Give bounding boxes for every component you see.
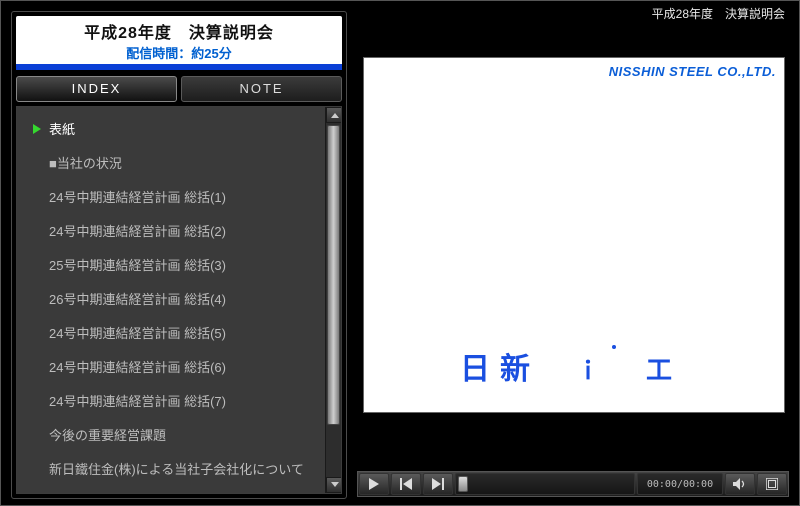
list-item[interactable]: 今後の重要経営課題 — [27, 419, 325, 453]
prev-button[interactable] — [391, 473, 421, 495]
list-item[interactable]: 26号中期連結経営計画 総括(4) — [27, 283, 325, 317]
list-item[interactable]: ■平成28年度決算の概要 — [27, 487, 325, 493]
tab-note[interactable]: NOTE — [181, 76, 342, 102]
scroll-thumb[interactable] — [327, 125, 340, 425]
left-panel: 平成28年度 決算説明会 配信時間：約25分 INDEX NOTE 表紙■当社の… — [11, 11, 347, 499]
play-icon — [369, 478, 379, 490]
player-bar: 00:00/00:00 — [357, 471, 789, 497]
slide-glyph-3: 工 — [646, 350, 682, 387]
fullscreen-button[interactable] — [757, 473, 787, 495]
list-item[interactable]: ■当社の状況 — [27, 147, 325, 181]
list-item[interactable]: 表紙 — [27, 113, 325, 147]
skip-back-icon — [400, 478, 412, 490]
time-display: 00:00/00:00 — [637, 473, 723, 495]
header-title: 平成28年度 決算説明会 — [16, 19, 342, 43]
tabs: INDEX NOTE — [16, 76, 342, 102]
play-button[interactable] — [359, 473, 389, 495]
skip-forward-icon — [432, 478, 444, 490]
volume-button[interactable] — [725, 473, 755, 495]
company-brand: NISSHIN STEEL CO.,LTD. — [609, 64, 776, 79]
seek-knob[interactable] — [458, 476, 468, 492]
slide-glyph-2: ｉ — [576, 351, 610, 386]
index-list-container: 表紙■当社の状況24号中期連結経営計画 総括(1)24号中期連結経営計画 総括(… — [16, 106, 342, 494]
slide-title-glyphs: 日新 ｉ 工 — [460, 344, 682, 388]
header-subtitle: 配信時間：約25分 — [16, 43, 342, 62]
list-item[interactable]: 24号中期連結経営計画 総括(7) — [27, 385, 325, 419]
list-item[interactable]: 24号中期連結経営計画 総括(2) — [27, 215, 325, 249]
scroll-up-button[interactable] — [326, 107, 342, 123]
header-divider — [16, 64, 342, 70]
volume-icon — [733, 478, 747, 490]
fullscreen-icon — [766, 478, 778, 490]
tab-index[interactable]: INDEX — [16, 76, 177, 102]
list-item[interactable]: 24号中期連結経営計画 総括(6) — [27, 351, 325, 385]
list-item[interactable]: 新日鐵住金(株)による当社子会社化について — [27, 453, 325, 487]
list-item[interactable]: 25号中期連結経営計画 総括(3) — [27, 249, 325, 283]
next-button[interactable] — [423, 473, 453, 495]
list-item[interactable]: 24号中期連結経営計画 総括(1) — [27, 181, 325, 215]
window-title: 平成28年度 決算説明会 — [652, 5, 785, 22]
scrollbar[interactable] — [325, 107, 341, 493]
scroll-down-button[interactable] — [326, 477, 342, 493]
slide-glyph-1: 日新 — [460, 344, 540, 388]
list-item[interactable]: 24号中期連結経営計画 総括(5) — [27, 317, 325, 351]
seek-bar[interactable] — [455, 473, 635, 495]
slide-viewport: NISSHIN STEEL CO.,LTD. 日新 ｉ 工 — [363, 57, 785, 413]
slide-glyph-2-text: ｉ — [576, 358, 610, 385]
header: 平成28年度 決算説明会 配信時間：約25分 — [16, 16, 342, 64]
index-list: 表紙■当社の状況24号中期連結経営計画 総括(1)24号中期連結経営計画 総括(… — [17, 107, 325, 493]
slide-glyph-dot — [612, 345, 616, 349]
